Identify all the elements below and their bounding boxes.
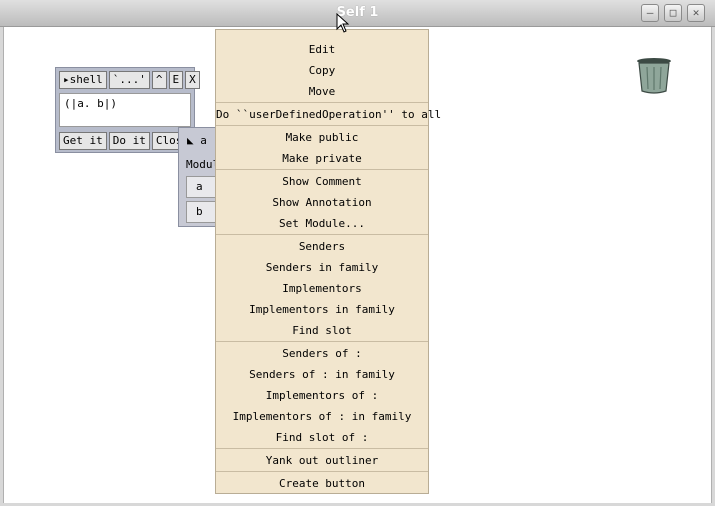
shell-outliner[interactable]: ▸shell `...' ^ E X (|a. b|) Get it Do it… bbox=[55, 67, 200, 153]
window-titlebar[interactable]: Self 1 – □ ✕ bbox=[0, 0, 715, 27]
shell-caret-button[interactable]: ^ bbox=[151, 71, 167, 89]
menu-item[interactable]: Edit bbox=[216, 39, 428, 60]
shell-dismiss-button[interactable]: X bbox=[185, 71, 200, 89]
shell-edit-button[interactable]: E bbox=[168, 71, 184, 89]
menu-item[interactable]: Show Annotation bbox=[216, 192, 428, 213]
menu-separator bbox=[216, 341, 428, 342]
menu-item[interactable]: Yank out outliner bbox=[216, 450, 428, 471]
menu-separator bbox=[216, 471, 428, 472]
shell-expand-button[interactable]: ▸shell bbox=[59, 71, 107, 89]
menu-item[interactable]: Implementors of : in family bbox=[216, 406, 428, 427]
menu-item[interactable]: Copy bbox=[216, 60, 428, 81]
menu-item[interactable]: Show Comment bbox=[216, 171, 428, 192]
menu-separator bbox=[216, 125, 428, 126]
object-outliner-header[interactable]: ◣ a bbox=[187, 134, 207, 147]
close-button[interactable]: ✕ bbox=[687, 4, 705, 22]
mouse-pointer-icon bbox=[336, 13, 350, 33]
menu-item[interactable]: Senders bbox=[216, 236, 428, 257]
slot-popup-menu: Edit Copy Move Do ``userDefinedOperation'' … bbox=[215, 29, 441, 494]
shell-text-editor[interactable]: (|a. b|) bbox=[59, 93, 191, 127]
get-it-button[interactable]: Get it bbox=[59, 132, 107, 150]
object-name: a bbox=[200, 134, 207, 147]
maximize-button[interactable]: □ bbox=[664, 4, 682, 22]
menu-item[interactable]: Implementors in family bbox=[216, 299, 428, 320]
menu-item[interactable]: Senders in family bbox=[216, 257, 428, 278]
shell-label: shell bbox=[69, 73, 103, 86]
menu-item[interactable]: Find slot bbox=[216, 320, 428, 341]
do-it-button[interactable]: Do it bbox=[108, 132, 150, 150]
trash-can-icon[interactable] bbox=[634, 55, 674, 95]
menu-item[interactable]: Find slot of : bbox=[216, 427, 428, 448]
menu-item[interactable]: Make private bbox=[216, 148, 428, 169]
minimize-button[interactable]: – bbox=[641, 4, 659, 22]
menu-item[interactable]: Implementors of : bbox=[216, 385, 428, 406]
menu-item[interactable]: Set Module... bbox=[216, 213, 428, 234]
menu-separator bbox=[216, 102, 428, 103]
menu-item[interactable]: Do ``userDefinedOperation'' to all bbox=[216, 104, 441, 125]
shell-quote-button[interactable]: `...' bbox=[108, 71, 150, 89]
shell-header: ▸shell `...' ^ E X bbox=[59, 71, 200, 89]
menu-separator bbox=[216, 448, 428, 449]
window-title: Self 1 bbox=[336, 5, 379, 20]
menu-separator bbox=[216, 234, 428, 235]
menu-item[interactable]: Senders of : bbox=[216, 343, 428, 364]
menu-item[interactable]: Senders of : in family bbox=[216, 364, 428, 385]
menu-item[interactable]: Make public bbox=[216, 127, 428, 148]
menu-item[interactable]: Implementors bbox=[216, 278, 428, 299]
menu-item[interactable]: Create button bbox=[216, 473, 428, 494]
menu-item[interactable]: Move bbox=[216, 81, 428, 102]
shell-button-row: Get it Do it Clos bbox=[59, 132, 192, 150]
menu-separator bbox=[216, 169, 428, 170]
